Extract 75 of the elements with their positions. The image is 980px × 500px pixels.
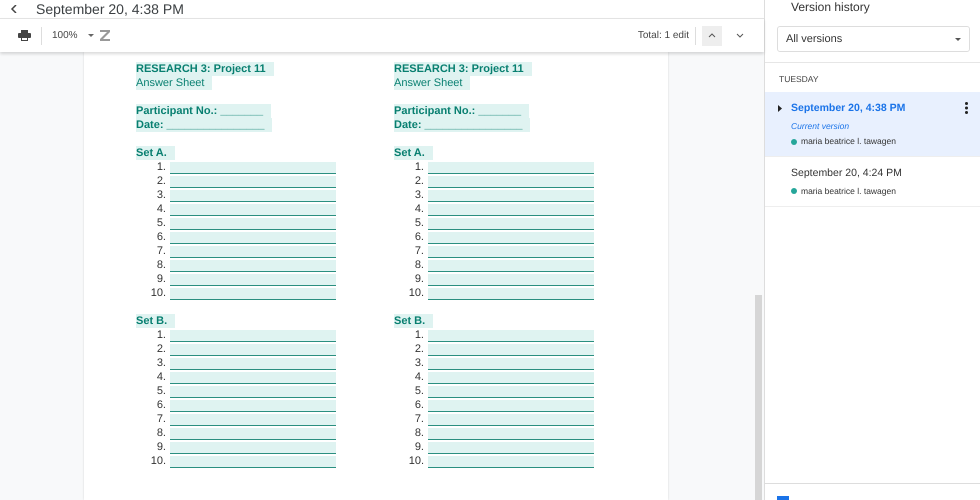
set-heading: Set A. bbox=[394, 146, 433, 160]
participant-number-label: Participant No.: _______ bbox=[394, 104, 530, 118]
question-number: 7. bbox=[156, 244, 167, 258]
question-number: 3. bbox=[414, 188, 425, 202]
question-number: 3. bbox=[156, 188, 167, 202]
set-heading: Set B. bbox=[136, 314, 176, 328]
version-time: September 20, 4:24 PM bbox=[791, 166, 903, 181]
question-number: 6. bbox=[156, 398, 167, 412]
document-heading: RESEARCH 3: Project 11 bbox=[136, 62, 274, 76]
question-number: 9. bbox=[156, 272, 167, 286]
version-filter-dropdown[interactable]: All versions bbox=[777, 26, 970, 52]
chevron-up-icon bbox=[708, 33, 716, 38]
question-number: 5. bbox=[156, 384, 167, 398]
question-number: 2. bbox=[156, 174, 167, 188]
question-number: 6. bbox=[156, 230, 167, 244]
author-name: maria beatrice l. tawagen bbox=[801, 135, 896, 148]
question-number: 1. bbox=[414, 160, 425, 174]
question-number: 4. bbox=[156, 370, 167, 384]
question-number: 2. bbox=[156, 342, 167, 356]
chevron-down-icon bbox=[736, 33, 744, 38]
question-number: 9. bbox=[414, 440, 425, 454]
date-label: Date: ________________ bbox=[136, 118, 272, 132]
dropdown-caret-icon bbox=[955, 38, 961, 40]
question-number: 7. bbox=[414, 244, 425, 258]
document-subtitle: Answer Sheet bbox=[394, 76, 470, 90]
question-number: 6. bbox=[414, 398, 425, 412]
question-number: 5. bbox=[414, 384, 425, 398]
question-number: 2. bbox=[414, 342, 425, 356]
question-number: 2. bbox=[414, 174, 425, 188]
question-number: 9. bbox=[156, 440, 167, 454]
question-number: 1. bbox=[414, 328, 425, 342]
panel-title: Version history bbox=[790, 0, 871, 14]
question-number: 6. bbox=[414, 230, 425, 244]
question-number: 4. bbox=[414, 370, 425, 384]
question-number: 10. bbox=[408, 454, 425, 468]
question-number: 10. bbox=[150, 454, 167, 468]
participant-number-label: Participant No.: _______ bbox=[136, 104, 272, 118]
document-heading: RESEARCH 3: Project 11 bbox=[394, 62, 532, 76]
scrollbar-thumb[interactable] bbox=[755, 295, 762, 500]
edit-count: Total: 1 edit bbox=[638, 29, 689, 43]
format-icon[interactable] bbox=[100, 30, 110, 41]
dropdown-caret-icon[interactable] bbox=[88, 34, 94, 37]
expand-arrow-icon[interactable] bbox=[778, 104, 782, 112]
question-number: 8. bbox=[414, 258, 425, 272]
question-number: 8. bbox=[156, 258, 167, 272]
version-item[interactable]: September 20, 4:38 PM Current version maria beatrice l. tawagen bbox=[765, 92, 980, 157]
author-name: maria beatrice l. tawagen bbox=[801, 184, 896, 198]
question-number: 1. bbox=[156, 160, 167, 174]
question-number: 8. bbox=[414, 426, 425, 440]
date-label: Date: ________________ bbox=[394, 118, 530, 132]
checkbox-icon[interactable] bbox=[777, 496, 789, 500]
question-number: 4. bbox=[156, 202, 167, 216]
set-heading: Set B. bbox=[394, 314, 434, 328]
question-number: 7. bbox=[156, 412, 167, 426]
question-number: 5. bbox=[156, 216, 167, 230]
set-heading: Set A. bbox=[136, 146, 175, 160]
print-icon[interactable] bbox=[18, 30, 31, 41]
question-number: 8. bbox=[156, 426, 167, 440]
version-item[interactable]: September 20, 4:24 PM maria beatrice l. tawagen bbox=[765, 157, 980, 206]
question-number: 10. bbox=[150, 286, 167, 300]
previous-edit-button[interactable] bbox=[702, 26, 722, 46]
question-number: 9. bbox=[414, 272, 425, 286]
current-version-label: Current version bbox=[791, 120, 850, 132]
question-number: 4. bbox=[414, 202, 425, 216]
question-number: 1. bbox=[156, 328, 167, 342]
question-number: 10. bbox=[408, 286, 425, 300]
question-number: 7. bbox=[414, 412, 425, 426]
more-options-icon[interactable] bbox=[965, 102, 968, 114]
zoom-select[interactable]: 100% bbox=[52, 28, 78, 43]
version-time: September 20, 4:38 PM bbox=[791, 100, 906, 116]
document-subtitle: Answer Sheet bbox=[136, 76, 212, 90]
version-title: September 20, 4:38 PM bbox=[36, 0, 184, 19]
question-number: 3. bbox=[156, 356, 167, 370]
question-number: 3. bbox=[414, 356, 425, 370]
question-number: 5. bbox=[414, 216, 425, 230]
